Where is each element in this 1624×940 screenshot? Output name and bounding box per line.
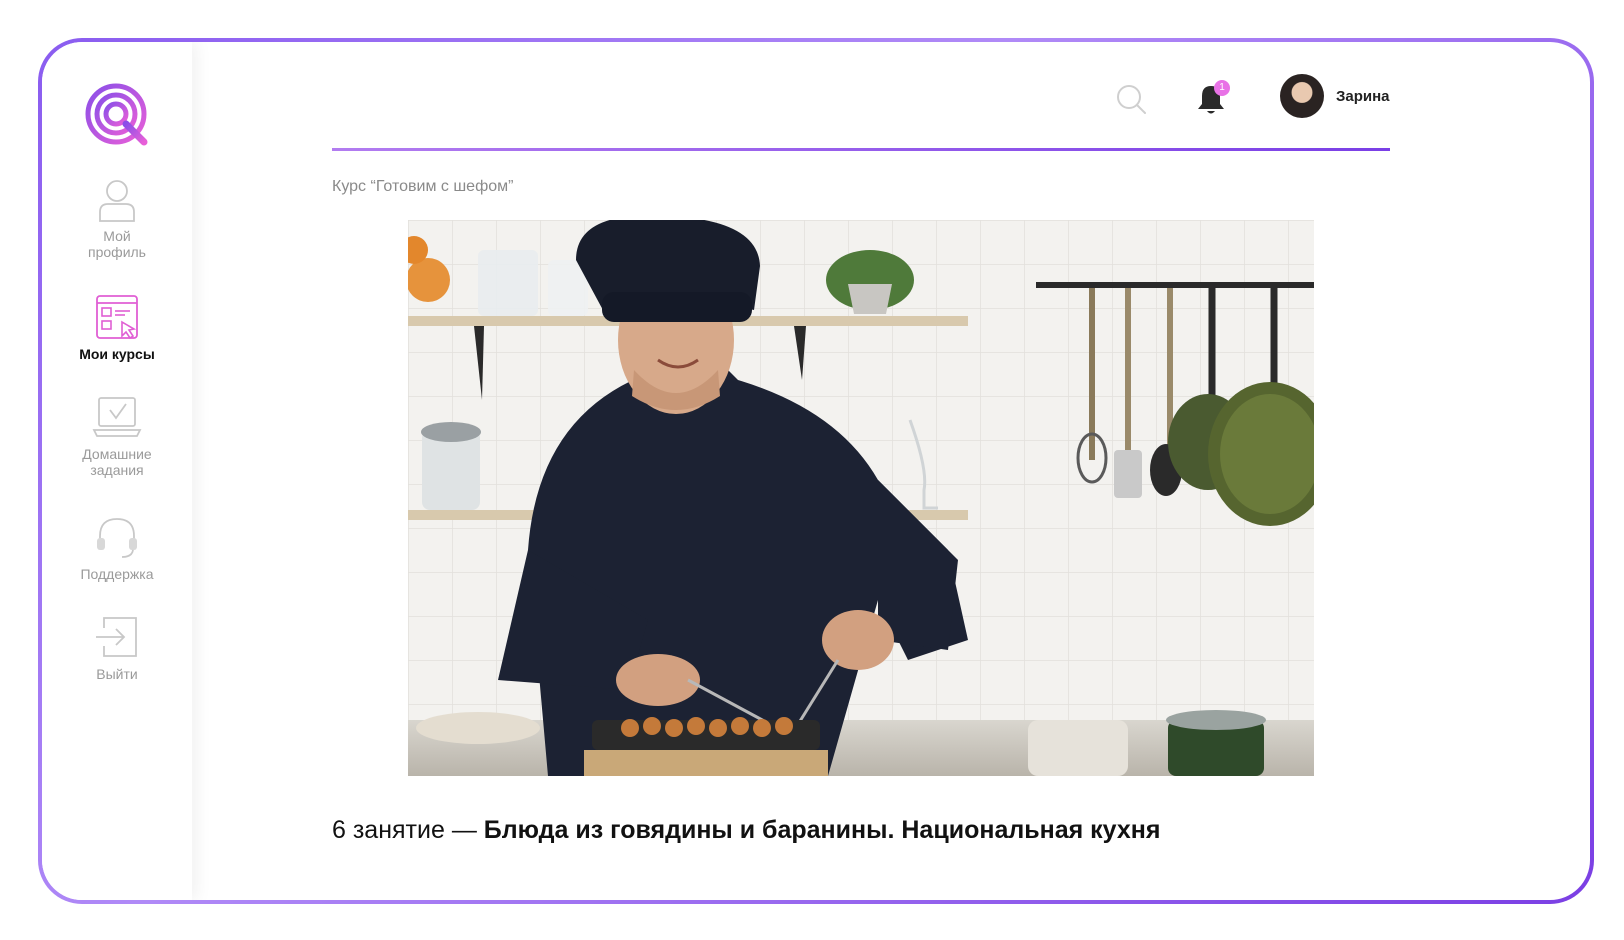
sidebar-item-profile[interactable]: Мой профиль [42, 174, 192, 260]
sidebar-item-label: Домашние задания [82, 446, 152, 478]
lesson-title: 6 занятие — Блюда из говядины и баранины… [332, 816, 1160, 845]
q-logo-icon[interactable] [82, 80, 154, 152]
lesson-cover-image [408, 220, 1314, 776]
search-icon[interactable] [1114, 82, 1148, 116]
headset-icon [97, 518, 137, 558]
sidebar-item-label: Поддержка [80, 566, 154, 582]
notification-badge: 1 [1214, 80, 1230, 96]
sidebar-item-support[interactable]: Поддержка [42, 512, 192, 582]
sidebar-item-label: Мои курсы [79, 346, 155, 362]
sidebar-item-courses[interactable]: Мои курсы [42, 292, 192, 362]
lesson-name: Блюда из говядины и баранины. Национальн… [483, 816, 1161, 844]
user-icon [99, 180, 135, 222]
lesson-number: 6 занятие — [332, 816, 484, 844]
sidebar-item-label: Выйти [96, 666, 138, 682]
breadcrumb[interactable]: Курс “Готовим с шефом” [332, 178, 513, 196]
header-divider [332, 148, 1390, 151]
user-name: Зарина [1336, 87, 1390, 105]
user-menu[interactable]: Зарина [1280, 74, 1390, 118]
avatar [1280, 74, 1324, 118]
sidebar: Мой профиль Мои курсы Домашние задания П… [42, 42, 192, 900]
homework-laptop-icon [92, 397, 142, 437]
sidebar-item-logout[interactable]: Выйти [42, 612, 192, 682]
logout-icon [96, 617, 137, 657]
courses-icon [96, 295, 138, 340]
app-frame: Мой профиль Мои курсы Домашние задания П… [38, 38, 1594, 904]
sidebar-item-label: Мой профиль [88, 228, 146, 260]
sidebar-item-homework[interactable]: Домашние задания [42, 392, 192, 478]
app-window: Мой профиль Мои курсы Домашние задания П… [42, 42, 1590, 900]
